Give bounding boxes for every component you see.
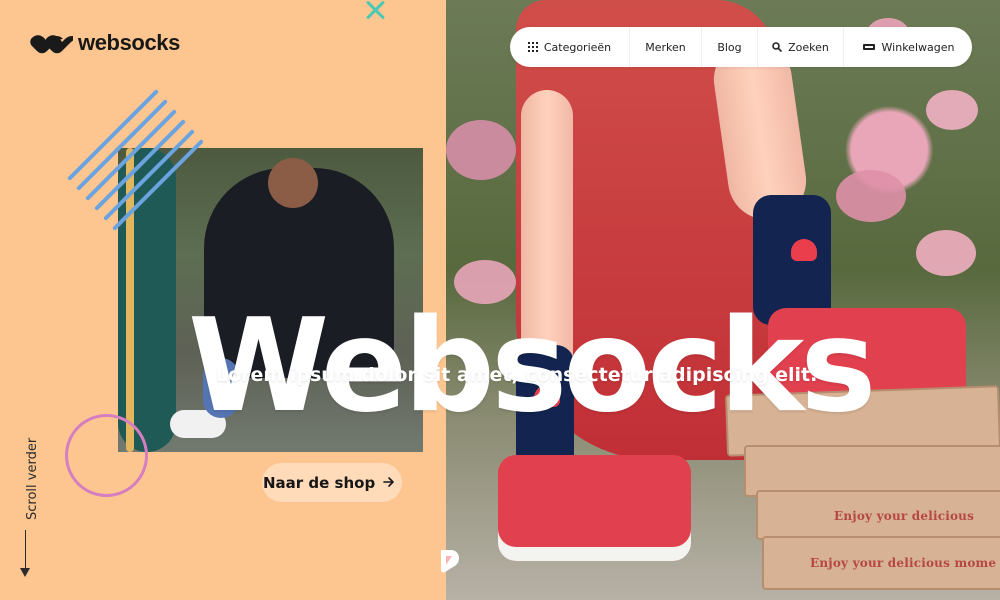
search-icon [772, 42, 782, 52]
shop-button-label: Naar de shop [263, 473, 376, 492]
nav-categories[interactable]: Categorieën [510, 27, 630, 67]
nav-label: Zoeken [788, 40, 829, 54]
brand-logo[interactable]: websocks [29, 30, 180, 56]
pizza-box-text: Enjoy your delicious [834, 509, 975, 523]
arrow-down-icon [20, 568, 30, 577]
nav-label: Categorieën [543, 40, 612, 54]
nav-search[interactable]: Zoeken [758, 27, 844, 67]
grid-icon [527, 42, 538, 52]
flower-cluster [836, 170, 906, 222]
brand-name: websocks [78, 30, 180, 55]
nav-label: Winkelwagen [881, 40, 955, 54]
flower-cluster [926, 90, 978, 130]
flower-cluster [916, 230, 976, 276]
scroll-line [25, 530, 26, 572]
hero-subtitle: Lorem ipsum dolor sit amet, consectetur … [216, 364, 818, 386]
nav-label: Merken [645, 40, 686, 54]
decorative-circle [65, 414, 148, 497]
person-head [268, 158, 318, 208]
nav-brands[interactable]: Merken [630, 27, 702, 67]
scroll-label[interactable]: Scroll verder [25, 438, 40, 520]
sock-heart [791, 239, 817, 261]
nav-label: Blog [717, 40, 742, 54]
arrow-right-icon [383, 474, 395, 492]
main-navigation: Categorieën Merken Blog Zoeken Winkelwag… [510, 27, 972, 67]
left-sneaker [498, 455, 691, 561]
flower-cluster [446, 120, 516, 180]
nav-blog[interactable]: Blog [702, 27, 758, 67]
websocks-logo-icon [30, 35, 73, 54]
pizza-box-text: Enjoy your delicious mome [810, 556, 997, 570]
nav-cart[interactable]: Winkelwagen [844, 27, 972, 67]
shop-button[interactable]: Naar de shop [262, 463, 402, 502]
cart-icon [862, 42, 876, 52]
play-logo-icon [441, 550, 459, 573]
